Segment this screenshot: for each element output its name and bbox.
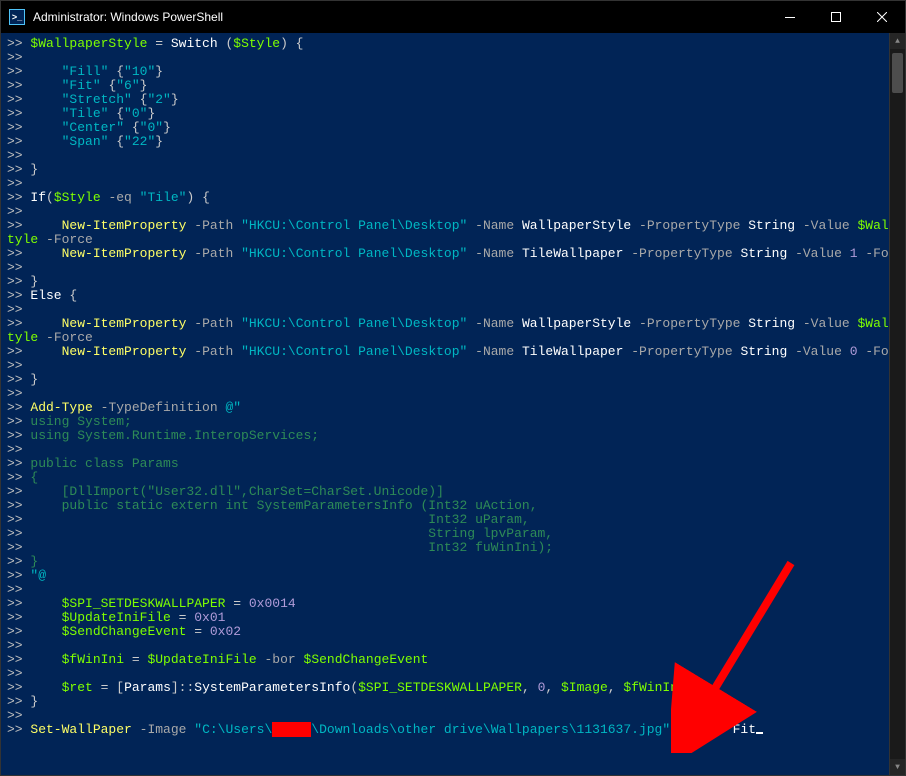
scrollbar[interactable]: ▲ ▼ [889,33,905,775]
title-left: >_ Administrator: Windows PowerShell [9,9,223,25]
scroll-down-button[interactable]: ▼ [890,759,905,775]
close-button[interactable] [859,1,905,33]
scroll-thumb[interactable] [892,53,903,93]
maximize-button[interactable] [813,1,859,33]
scroll-up-button[interactable]: ▲ [890,33,905,49]
terminal-wrap: >> $WallpaperStyle = Switch ($Style) { >… [1,33,905,775]
titlebar[interactable]: >_ Administrator: Windows PowerShell [1,1,905,33]
window-title: Administrator: Windows PowerShell [33,10,223,24]
minimize-button[interactable] [767,1,813,33]
powershell-icon: >_ [9,9,25,25]
window-controls [767,1,905,33]
powershell-window: >_ Administrator: Windows PowerShell >> … [0,0,906,776]
terminal[interactable]: >> $WallpaperStyle = Switch ($Style) { >… [1,33,889,775]
